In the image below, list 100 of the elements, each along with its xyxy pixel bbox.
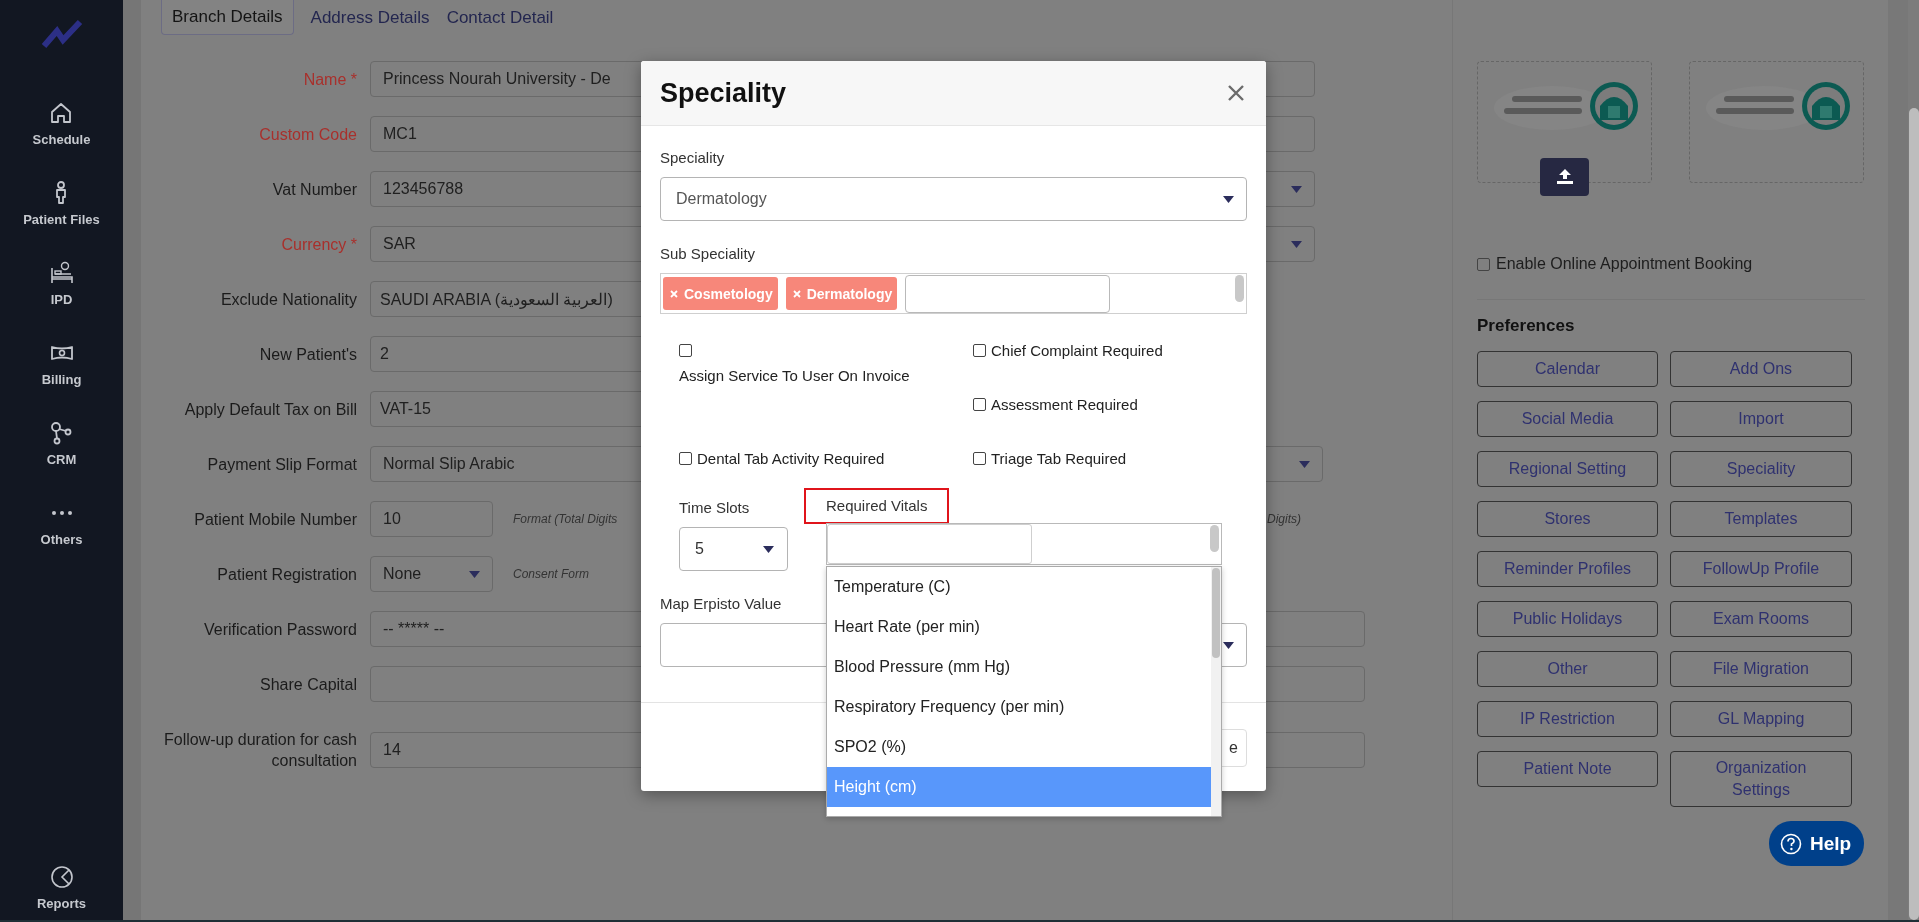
remove-icon [792, 289, 801, 298]
field-label: Time Slots [679, 498, 751, 518]
close-icon[interactable] [1227, 84, 1245, 102]
nav-item[interactable]: Schedule [32, 100, 91, 180]
settings-button[interactable]: FollowUp Profile [1670, 551, 1852, 587]
checkbox-label: Triage Tab Required [991, 450, 1127, 467]
dropdown-option[interactable]: Respiratory Frequency (per min) [827, 687, 1211, 727]
tag-label: Cosmetology [684, 285, 773, 302]
settings-button[interactable]: GL Mapping [1670, 701, 1852, 737]
dropdown-option[interactable]: SPO2 (%) [827, 727, 1211, 767]
checkbox[interactable] [679, 452, 692, 465]
field-label: Currency * [280, 234, 357, 255]
input-field[interactable]: 10 [370, 501, 493, 537]
section-title: Preferences [1477, 316, 1576, 336]
nav-item[interactable]: Others [40, 500, 83, 580]
dropdown-option[interactable]: Blood Pressure (mm Hg) [827, 647, 1211, 687]
field-label: Apply Default Tax on Bill [183, 399, 357, 420]
settings-button[interactable]: Reminder Profiles [1477, 551, 1658, 587]
field-label: Name * [302, 69, 357, 90]
dropdown-arrow-icon [1299, 460, 1310, 468]
scrollbar-thumb[interactable] [1235, 275, 1244, 302]
field-label: Exclude Nationality [219, 289, 357, 310]
checkbox[interactable] [973, 344, 986, 357]
settings-button[interactable]: Import [1670, 401, 1852, 437]
upload-icon [1555, 169, 1574, 185]
select-field[interactable]: Dermatology [660, 177, 1247, 221]
select-field[interactable]: 5 [679, 527, 788, 571]
tag-input-field[interactable]: Cosmetology Dermatology [660, 273, 1247, 314]
field-label: Patient Registration [216, 564, 357, 585]
hint-text: Digits) [1267, 512, 1301, 526]
hint-text: Consent Form [513, 567, 590, 581]
scrollbar-thumb[interactable] [1909, 108, 1919, 920]
tab[interactable]: Contact Detail [446, 0, 554, 35]
checkbox-label: Dental Tab Activity Required [697, 450, 885, 467]
dropdown-arrow-icon [469, 570, 480, 578]
nav-item[interactable]: Billing [41, 340, 82, 420]
dropdown-arrow-icon [1223, 641, 1234, 649]
field-label: Sub Speciality [660, 244, 757, 264]
nav-item[interactable]: Reports [36, 864, 87, 920]
dropdown-arrow-icon [1291, 240, 1302, 248]
field-label: Verification Password [203, 619, 357, 640]
checkbox[interactable] [973, 398, 986, 411]
multi-select-field[interactable] [826, 523, 1222, 565]
settings-button[interactable]: Patient Note [1477, 751, 1658, 787]
settings-button[interactable]: Add Ons [1670, 351, 1852, 387]
settings-button[interactable]: Speciality [1670, 451, 1852, 487]
field-label: Payment Slip Format [206, 454, 357, 475]
settings-button[interactable]: Organization Settings [1670, 751, 1852, 807]
dropdown-arrow-icon [1223, 195, 1234, 203]
settings-button[interactable]: Regional Setting [1477, 451, 1658, 487]
checkbox[interactable] [1477, 257, 1490, 271]
question-icon [1780, 832, 1802, 855]
field-label: Custom Code [258, 124, 357, 145]
tag-label: Dermatology [806, 285, 893, 302]
checkbox-label: Assessment Required [991, 396, 1138, 413]
dropdown-option[interactable]: Temperature (C) [827, 567, 1211, 607]
dialog-title: Speciality [660, 77, 787, 109]
field-label: Patient Mobile Number [193, 509, 357, 530]
help-button[interactable]: Help [1769, 821, 1864, 866]
settings-button[interactable]: Public Holidays [1477, 601, 1658, 637]
select-field[interactable]: None [370, 556, 493, 592]
hint-text: Format (Total Digits [513, 512, 618, 526]
field-label: Share Capital [259, 674, 357, 695]
dropdown-option[interactable]: Heart Rate (per min) [827, 607, 1211, 647]
dropdown-option[interactable]: Height (cm) [827, 767, 1211, 807]
nav-item[interactable]: Patient Files [23, 180, 100, 260]
upload-button[interactable] [1540, 158, 1589, 196]
settings-button[interactable]: Exam Rooms [1670, 601, 1852, 637]
settings-button[interactable]: Stores [1477, 501, 1658, 537]
nav-item[interactable]: CRM [46, 420, 77, 500]
dropdown-arrow-icon [763, 545, 774, 553]
field-label: Speciality [660, 148, 726, 168]
field-label: Map Erpisto Value [660, 594, 783, 614]
remove-icon [670, 289, 678, 298]
checkbox-label: Enable Online Appointment Booking [1496, 255, 1753, 273]
nav-item[interactable]: IPD [48, 260, 75, 340]
settings-button[interactable]: Social Media [1477, 401, 1658, 437]
settings-button[interactable]: Other [1477, 651, 1658, 687]
bed-icon [48, 260, 75, 286]
checkbox[interactable] [973, 452, 986, 465]
scrollbar-thumb[interactable] [1212, 568, 1220, 658]
field-label: Vat Number [271, 179, 357, 200]
logo-upload-area[interactable] [1689, 61, 1864, 183]
logo-icon [40, 18, 83, 50]
checkbox[interactable] [679, 344, 692, 357]
dropdown-arrow-icon [1291, 185, 1302, 193]
search-field[interactable] [905, 274, 1111, 313]
pie-chart-icon [48, 864, 75, 890]
checkbox-label: Assign Service To User On Invoice [679, 367, 910, 384]
search-field[interactable] [827, 524, 1032, 564]
field-label: Required Vitals [804, 488, 950, 524]
settings-button[interactable]: Templates [1670, 501, 1852, 537]
settings-button[interactable]: Calendar [1477, 351, 1658, 387]
tab[interactable]: Address Details [310, 0, 430, 35]
tab[interactable]: Branch Details [161, 0, 294, 35]
scrollbar-thumb[interactable] [1210, 525, 1219, 552]
settings-button[interactable]: IP Restriction [1477, 701, 1658, 737]
checkbox-label: Chief Complaint Required [991, 342, 1163, 359]
settings-button[interactable]: File Migration [1670, 651, 1852, 687]
field-label: Follow-up duration for cash consultation [163, 730, 357, 771]
